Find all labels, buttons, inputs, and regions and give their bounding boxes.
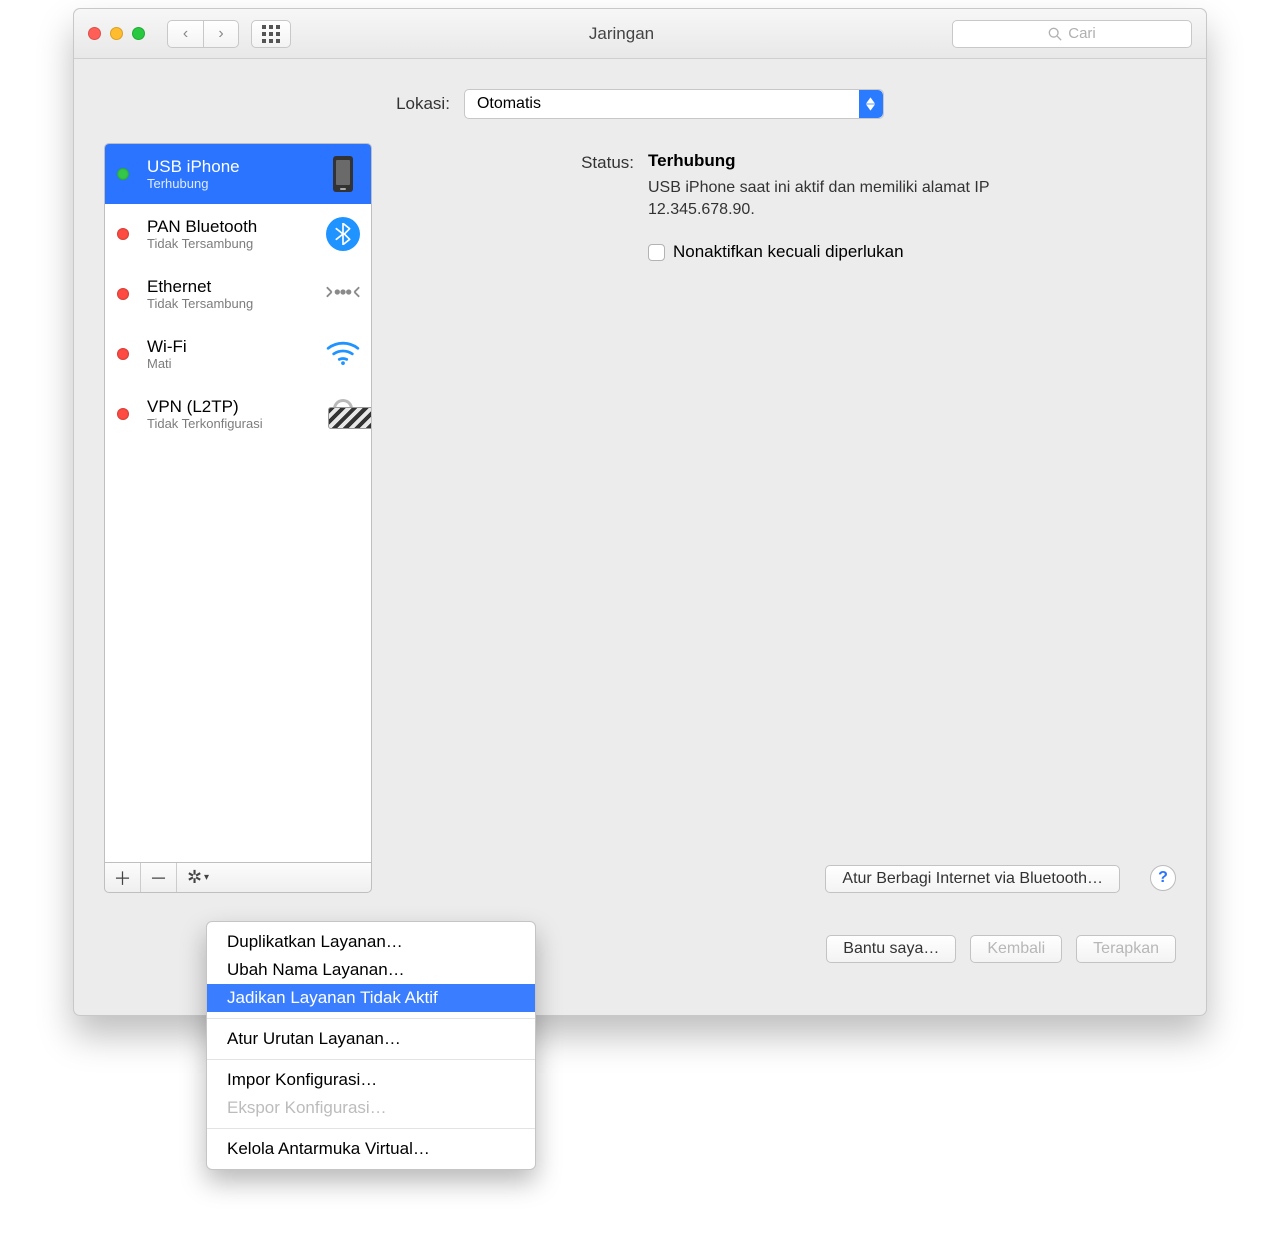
service-type-icon — [325, 154, 361, 194]
service-text: PAN BluetoothTidak Tersambung — [147, 217, 309, 252]
service-name: PAN Bluetooth — [147, 217, 309, 237]
titlebar: ‹ › Jaringan Cari — [74, 9, 1206, 59]
status-dot-icon — [117, 228, 129, 240]
advanced-button[interactable]: Atur Berbagi Internet via Bluetooth… — [825, 865, 1120, 893]
menu-item[interactable]: Impor Konfigurasi… — [207, 1066, 535, 1094]
service-item[interactable]: PAN BluetoothTidak Tersambung — [105, 204, 371, 264]
menu-item[interactable]: Atur Urutan Layanan… — [207, 1025, 535, 1053]
status-description: USB iPhone saat ini aktif dan memiliki a… — [648, 177, 1068, 220]
add-service-button[interactable]: ＋ — [105, 863, 141, 892]
network-preferences-window: ‹ › Jaringan Cari Lokasi: Otomatis — [73, 8, 1207, 1016]
service-actions-menu: Duplikatkan Layanan…Ubah Nama Layanan…Ja… — [206, 921, 536, 1170]
service-text: Wi-FiMati — [147, 337, 309, 372]
menu-item[interactable]: Duplikatkan Layanan… — [207, 928, 535, 956]
status-dot-icon — [117, 348, 129, 360]
disable-unless-needed-label: Nonaktifkan kecuali diperlukan — [673, 242, 904, 262]
plus-icon: ＋ — [114, 865, 132, 891]
service-status: Tidak Terkonfigurasi — [147, 416, 309, 431]
service-status: Terhubung — [147, 176, 309, 191]
location-label: Lokasi: — [396, 94, 450, 114]
status-label: Status: — [544, 151, 634, 262]
iphone-icon — [333, 156, 353, 192]
search-field[interactable]: Cari — [952, 20, 1192, 48]
grid-icon — [262, 25, 280, 43]
menu-item[interactable]: Ubah Nama Layanan… — [207, 956, 535, 984]
checkbox-icon — [648, 244, 665, 261]
location-value: Otomatis — [477, 95, 541, 113]
minimize-window-button[interactable] — [110, 27, 123, 40]
service-item[interactable]: VPN (L2TP)Tidak Terkonfigurasi — [105, 384, 371, 444]
lock-icon — [328, 399, 358, 429]
assist-me-button[interactable]: Bantu saya… — [826, 935, 956, 963]
chevron-right-icon: › — [218, 25, 223, 43]
wifi-icon — [324, 339, 362, 370]
chevron-left-icon: ‹ — [183, 25, 188, 43]
help-button[interactable]: ? — [1150, 865, 1176, 891]
close-window-button[interactable] — [88, 27, 101, 40]
status-dot-icon — [117, 408, 129, 420]
updown-arrows-icon — [859, 90, 883, 118]
detail-pane: Status: Terhubung USB iPhone saat ini ak… — [394, 143, 1176, 893]
service-item[interactable]: EthernetTidak Tersambung — [105, 264, 371, 324]
service-text: USB iPhoneTerhubung — [147, 157, 309, 192]
location-row: Lokasi: Otomatis — [74, 59, 1206, 143]
revert-button[interactable]: Kembali — [970, 935, 1062, 963]
minus-icon: － — [150, 865, 168, 891]
menu-separator — [207, 1128, 535, 1129]
disable-unless-needed-row[interactable]: Nonaktifkan kecuali diperlukan — [648, 242, 1176, 262]
menu-item[interactable]: Kelola Antarmuka Virtual… — [207, 1135, 535, 1163]
chevron-down-icon: ▾ — [204, 872, 209, 883]
menu-item: Ekspor Konfigurasi… — [207, 1094, 535, 1122]
service-status: Tidak Tersambung — [147, 236, 309, 251]
status-dot-icon — [117, 288, 129, 300]
window-title: Jaringan — [291, 24, 952, 44]
body: USB iPhoneTerhubungPAN BluetoothTidak Te… — [74, 143, 1206, 913]
service-type-icon — [325, 274, 361, 314]
forward-button[interactable]: › — [203, 20, 239, 48]
service-type-icon — [325, 214, 361, 254]
status-dot-icon — [117, 168, 129, 180]
service-item[interactable]: Wi-FiMati — [105, 324, 371, 384]
service-status: Mati — [147, 356, 309, 371]
service-item[interactable]: USB iPhoneTerhubung — [105, 144, 371, 204]
service-status: Tidak Tersambung — [147, 296, 309, 311]
show-all-button[interactable] — [251, 20, 291, 48]
search-icon — [1048, 27, 1062, 41]
menu-separator — [207, 1059, 535, 1060]
service-toolbar: ＋ － ✲▾ — [104, 863, 372, 893]
status-value: Terhubung — [648, 151, 736, 170]
menu-separator — [207, 1018, 535, 1019]
back-button[interactable]: ‹ — [167, 20, 203, 48]
service-type-icon — [325, 394, 361, 434]
location-select[interactable]: Otomatis — [464, 89, 884, 119]
service-text: EthernetTidak Tersambung — [147, 277, 309, 312]
help-icon: ? — [1158, 869, 1168, 887]
bluetooth-icon — [326, 217, 360, 251]
search-placeholder: Cari — [1068, 25, 1096, 42]
service-name: Ethernet — [147, 277, 309, 297]
nav-buttons: ‹ › — [167, 20, 239, 48]
service-type-icon — [325, 334, 361, 374]
zoom-window-button[interactable] — [132, 27, 145, 40]
service-list: USB iPhoneTerhubungPAN BluetoothTidak Te… — [104, 143, 372, 863]
service-name: USB iPhone — [147, 157, 309, 177]
remove-service-button[interactable]: － — [141, 863, 177, 892]
menu-item[interactable]: Jadikan Layanan Tidak Aktif — [207, 984, 535, 1012]
apply-button[interactable]: Terapkan — [1076, 935, 1176, 963]
service-text: VPN (L2TP)Tidak Terkonfigurasi — [147, 397, 309, 432]
service-panel: USB iPhoneTerhubungPAN BluetoothTidak Te… — [104, 143, 372, 893]
service-name: VPN (L2TP) — [147, 397, 309, 417]
gear-icon: ✲ — [187, 867, 202, 888]
service-actions-button[interactable]: ✲▾ — [177, 863, 219, 892]
ethernet-icon — [324, 279, 362, 310]
service-name: Wi-Fi — [147, 337, 309, 357]
traffic-lights — [88, 27, 145, 40]
